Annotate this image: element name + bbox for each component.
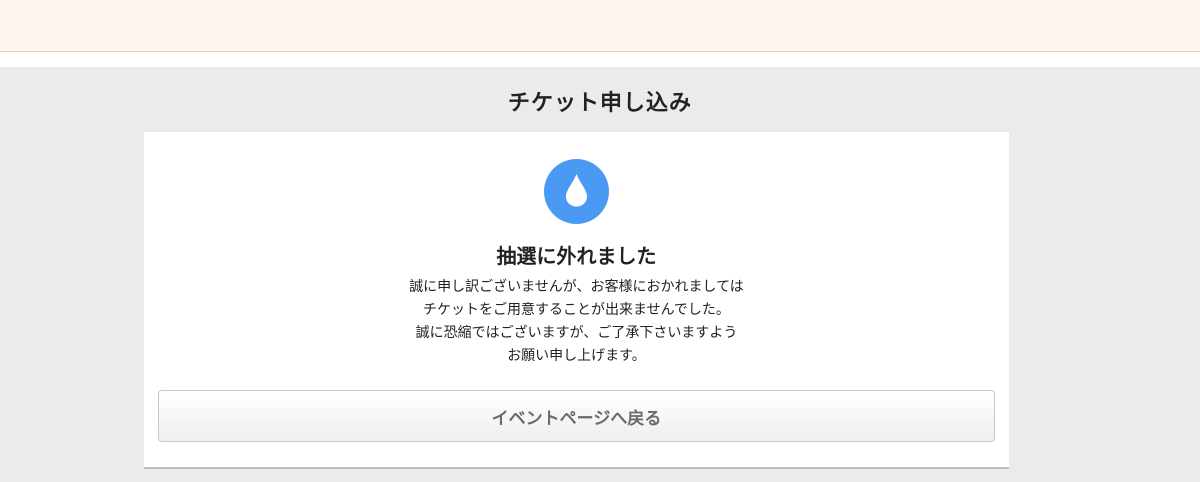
main-content: チケット申し込み 抽選に外れました 誠に申し訳ございませんが、お客様におかれまし… <box>0 67 1200 482</box>
message-line: お願い申し上げます。 <box>507 348 646 364</box>
top-header-bar <box>0 0 1200 52</box>
result-heading: 抽選に外れました <box>496 244 657 268</box>
page-title: チケット申し込み <box>507 91 692 116</box>
header-spacer <box>0 52 1200 67</box>
result-message: 誠に申し訳ございませんが、お客様におかれましては チケットをご用意することが出来… <box>144 276 1009 368</box>
message-line: チケットをご用意することが出来ませんでした。 <box>423 302 730 318</box>
back-to-event-page-button[interactable]: イベントページへ戻る <box>158 390 995 442</box>
water-drop-icon <box>544 159 609 224</box>
message-line: 誠に恐縮ではございますが、ご了承下さいますよう <box>415 325 738 341</box>
result-card: 抽選に外れました 誠に申し訳ございませんが、お客様におかれましては チケットをご… <box>144 132 1009 469</box>
message-line: 誠に申し訳ございませんが、お客様におかれましては <box>409 279 744 295</box>
